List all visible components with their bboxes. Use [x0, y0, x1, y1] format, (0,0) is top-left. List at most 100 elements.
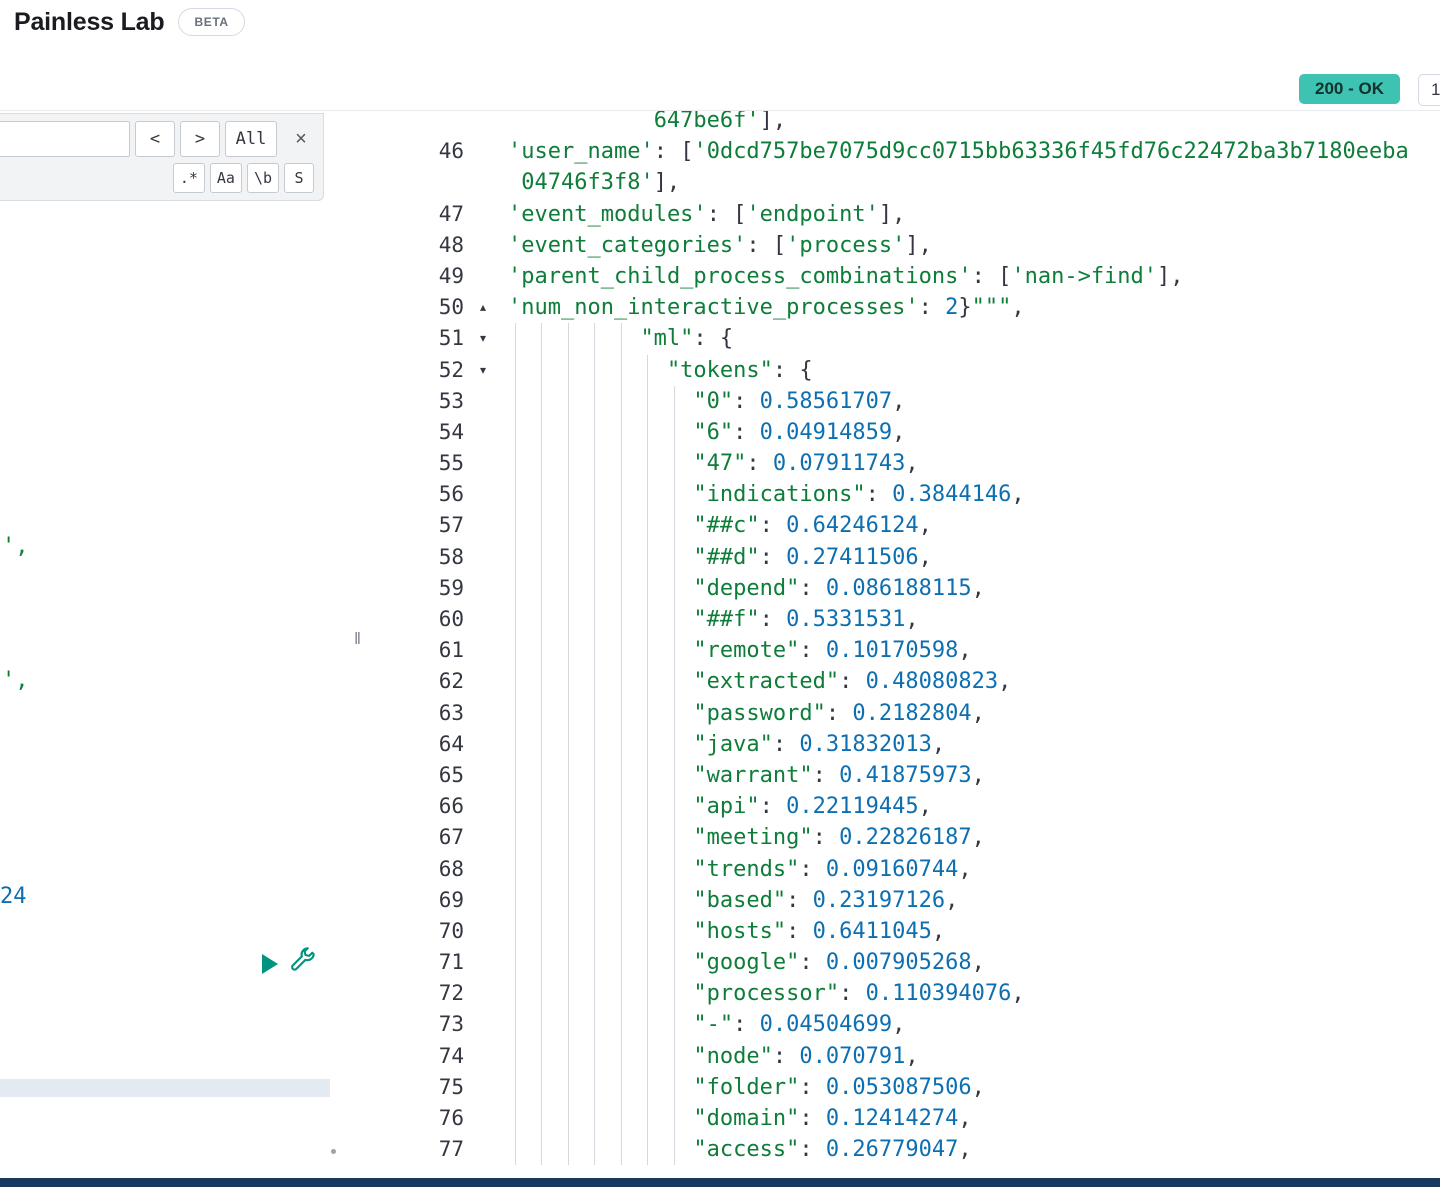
- indent-guide: [515, 323, 516, 354]
- search-row: < > All ×: [0, 121, 316, 157]
- indent-guide: [568, 355, 569, 386]
- indent-guide: [621, 729, 622, 760]
- indent-guide: [541, 1134, 542, 1165]
- line-number: 67: [375, 822, 470, 853]
- indent-guide: [515, 510, 516, 541]
- indent-guide: [621, 760, 622, 791]
- fold-spacer: [470, 947, 496, 978]
- search-input[interactable]: [0, 121, 130, 157]
- indent-guide: [541, 479, 542, 510]
- case-sensitive-toggle[interactable]: Aa: [210, 163, 242, 193]
- indent-guide: [515, 947, 516, 978]
- indent-guide: [568, 916, 569, 947]
- code-line: 647be6f'],: [375, 111, 1440, 136]
- line-number: 59: [375, 573, 470, 604]
- indent-guide: [541, 729, 542, 760]
- indent-guide: [647, 698, 648, 729]
- indent-guide: [621, 822, 622, 853]
- beta-badge: BETA: [178, 8, 244, 36]
- indent-guide: [621, 1009, 622, 1040]
- code-content: "domain": 0.12414274,: [496, 1103, 1440, 1134]
- code-line: 63"password": 0.2182804,: [375, 698, 1440, 729]
- output-panel[interactable]: 647be6f'],46'user_name': ['0dcd757be7075…: [375, 111, 1440, 1178]
- indent-guide: [621, 791, 622, 822]
- indent-guide: [541, 822, 542, 853]
- editor-search-widget: < > All × .* Aa \b S: [0, 113, 324, 201]
- code-fragment: ',: [2, 533, 29, 561]
- fold-spacer: [470, 698, 496, 729]
- indent-guide: [541, 666, 542, 697]
- code-line: 60"##f": 0.5331531,: [375, 604, 1440, 635]
- indent-guide: [515, 1041, 516, 1072]
- search-in-selection-toggle[interactable]: S: [284, 163, 314, 193]
- indent-guide: [674, 1041, 675, 1072]
- code-line: 59"depend": 0.086188115,: [375, 573, 1440, 604]
- indent-guide: [515, 729, 516, 760]
- line-number: 72: [375, 978, 470, 1009]
- code-line: 51▾"ml": {: [375, 323, 1440, 354]
- bottom-bar: [0, 1178, 1440, 1187]
- line-number: 53: [375, 386, 470, 417]
- indent-guide: [594, 386, 595, 417]
- indent-guide: [647, 542, 648, 573]
- find-previous-button[interactable]: <: [135, 121, 175, 157]
- code-content: "meeting": 0.22826187,: [496, 822, 1440, 853]
- line-number: 52: [375, 355, 470, 386]
- fold-spacer: [470, 448, 496, 479]
- indent-guide: [515, 760, 516, 791]
- painless-lab-app: Painless Lab BETA 200 - OK 1 < > All × .…: [0, 0, 1440, 1187]
- indent-guide: [541, 604, 542, 635]
- code-line: 50▴'num_non_interactive_processes': 2}""…: [375, 292, 1440, 323]
- fold-toggle-icon[interactable]: ▾: [470, 323, 496, 354]
- fold-spacer: [470, 791, 496, 822]
- scroll-dot: [331, 1149, 336, 1154]
- indent-guide: [541, 698, 542, 729]
- indent-guide: [621, 417, 622, 448]
- indent-guide: [647, 1009, 648, 1040]
- indent-guide: [621, 947, 622, 978]
- indent-guide: [568, 573, 569, 604]
- panel-resizer[interactable]: ‖: [347, 111, 375, 1178]
- regex-toggle[interactable]: .*: [173, 163, 205, 193]
- indent-guide: [621, 635, 622, 666]
- indent-guide: [594, 1009, 595, 1040]
- indent-guide: [621, 1072, 622, 1103]
- fold-spacer: [470, 417, 496, 448]
- indent-guide: [594, 479, 595, 510]
- indent-guide: [621, 1134, 622, 1165]
- find-all-button[interactable]: All: [225, 121, 277, 157]
- indent-guide: [568, 822, 569, 853]
- indent-guide: [515, 386, 516, 417]
- code-content: "-": 0.04504699,: [496, 1009, 1440, 1040]
- line-number: 75: [375, 1072, 470, 1103]
- indent-guide: [674, 729, 675, 760]
- wrench-icon[interactable]: [287, 945, 319, 977]
- indent-guide: [647, 1041, 648, 1072]
- indent-guide: [647, 448, 648, 479]
- indent-guide: [674, 417, 675, 448]
- run-button[interactable]: [262, 952, 286, 976]
- whole-word-toggle[interactable]: \b: [247, 163, 279, 193]
- indent-guide: [647, 417, 648, 448]
- close-search-icon[interactable]: ×: [286, 121, 316, 157]
- fold-spacer: [470, 1134, 496, 1165]
- fold-toggle-icon[interactable]: ▾: [470, 355, 496, 386]
- indent-guide: [647, 947, 648, 978]
- indent-guide: [568, 386, 569, 417]
- indent-guide: [674, 1103, 675, 1134]
- find-next-button[interactable]: >: [180, 121, 220, 157]
- code-line: 70"hosts": 0.6411045,: [375, 916, 1440, 947]
- line-number: 64: [375, 729, 470, 760]
- code-editor-panel[interactable]: < > All × .* Aa \b S ', ', 24: [0, 111, 347, 1178]
- indent-guide: [621, 479, 622, 510]
- indent-guide: [621, 916, 622, 947]
- code-line: 56"indications": 0.3844146,: [375, 479, 1440, 510]
- indent-guide: [515, 666, 516, 697]
- indent-guide: [621, 542, 622, 573]
- fold-spacer: [470, 542, 496, 573]
- line-number: 48: [375, 230, 470, 261]
- indent-guide: [568, 885, 569, 916]
- code-content: "6": 0.04914859,: [496, 417, 1440, 448]
- indent-guide: [594, 885, 595, 916]
- fold-toggle-icon[interactable]: ▴: [470, 292, 496, 323]
